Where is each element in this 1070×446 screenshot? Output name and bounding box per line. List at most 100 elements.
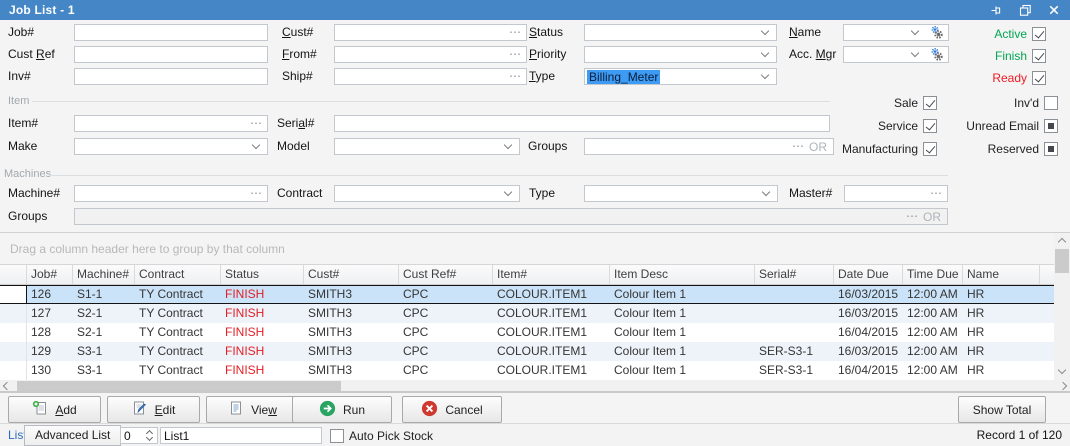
finish-checkbox[interactable] bbox=[1032, 49, 1046, 63]
header-item-desc[interactable]: Item Desc bbox=[610, 265, 755, 284]
cell-item-desc: Colour Item 1 bbox=[610, 342, 755, 361]
add-button[interactable]: Add bbox=[8, 396, 101, 423]
header-date-due[interactable]: Date Due bbox=[834, 265, 903, 284]
cust-ref-input[interactable] bbox=[75, 47, 267, 62]
unread-email-checkbox[interactable] bbox=[1044, 119, 1058, 133]
header-job[interactable]: Job# bbox=[27, 265, 73, 284]
priority-label: Priority bbox=[529, 46, 566, 63]
ship-ellipsis-button[interactable]: ⋯ bbox=[504, 69, 526, 84]
machine-input[interactable] bbox=[75, 186, 245, 201]
header-cust[interactable]: Cust# bbox=[304, 265, 399, 284]
spinner-arrows[interactable] bbox=[145, 428, 157, 443]
cancel-button[interactable]: Cancel bbox=[402, 396, 502, 423]
item-ellipsis-button[interactable]: ⋯ bbox=[245, 116, 267, 131]
cust-ellipsis-button[interactable]: ⋯ bbox=[504, 25, 526, 40]
cust-field: ⋯ bbox=[334, 24, 527, 41]
inv-field bbox=[74, 68, 268, 85]
service-checkbox[interactable] bbox=[923, 119, 937, 133]
item-groups-input[interactable] bbox=[585, 139, 787, 154]
run-label: Run bbox=[343, 403, 365, 417]
cell-contract: TY Contract bbox=[135, 361, 221, 380]
header-time-due[interactable]: Time Due bbox=[903, 265, 963, 284]
row-indicator bbox=[0, 342, 27, 361]
status-combo[interactable] bbox=[584, 24, 777, 41]
edit-button[interactable]: Edit bbox=[107, 396, 200, 423]
name-gear-icon[interactable] bbox=[926, 25, 948, 40]
ready-checkbox[interactable] bbox=[1032, 71, 1046, 85]
from-input[interactable] bbox=[335, 47, 504, 62]
scroll-left-icon[interactable] bbox=[3, 382, 11, 390]
pin-icon[interactable] bbox=[989, 3, 1003, 17]
job-input[interactable] bbox=[75, 25, 267, 40]
header-status[interactable]: Status bbox=[221, 265, 304, 284]
acc-mgr-combo[interactable] bbox=[843, 46, 949, 63]
scroll-up-icon[interactable] bbox=[1058, 238, 1066, 246]
model-combo[interactable] bbox=[334, 138, 520, 155]
header-item[interactable]: Item# bbox=[493, 265, 610, 284]
from-ellipsis-button[interactable]: ⋯ bbox=[504, 47, 526, 62]
machine-groups-ellipsis-button[interactable]: ⋯ bbox=[901, 209, 923, 224]
ship-input[interactable] bbox=[335, 69, 504, 84]
show-total-button[interactable]: Show Total bbox=[958, 396, 1046, 423]
serial-input[interactable] bbox=[335, 116, 829, 131]
cell-cust-ref: CPC bbox=[399, 361, 493, 380]
item-section-line bbox=[32, 101, 830, 102]
header-cust-ref[interactable]: Cust Ref# bbox=[399, 265, 493, 284]
manufacturing-checkbox[interactable] bbox=[923, 142, 937, 156]
group-by-bar[interactable]: Drag a column header here to group by th… bbox=[0, 233, 1054, 265]
auto-pick-stock-checkbox[interactable] bbox=[330, 429, 344, 443]
table-row[interactable]: 126 S1-1 TY Contract FINISH SMITH3 CPC C… bbox=[0, 285, 1054, 304]
type-selected-value: Billing_Meter bbox=[587, 70, 660, 84]
header-contract[interactable]: Contract bbox=[135, 265, 221, 284]
master-ellipsis-button[interactable]: ⋯ bbox=[925, 186, 947, 201]
cell-item: COLOUR.ITEM1 bbox=[493, 304, 610, 323]
cell-contract: TY Contract bbox=[135, 323, 221, 342]
contract-combo[interactable] bbox=[334, 185, 520, 202]
reserved-checkbox[interactable] bbox=[1044, 142, 1058, 156]
machine-ellipsis-button[interactable]: ⋯ bbox=[245, 186, 267, 201]
header-machine[interactable]: Machine# bbox=[73, 265, 135, 284]
master-input[interactable] bbox=[845, 186, 925, 201]
horizontal-scroll-thumb[interactable] bbox=[17, 381, 341, 391]
table-row[interactable]: 128 S2-1 TY Contract FINISH SMITH3 CPC C… bbox=[0, 323, 1054, 342]
vertical-scrollbar[interactable] bbox=[1054, 233, 1070, 380]
titlebar[interactable]: Job List - 1 bbox=[0, 0, 1070, 20]
scroll-right-icon[interactable] bbox=[1059, 382, 1067, 390]
make-combo[interactable] bbox=[74, 138, 268, 155]
cancel-icon bbox=[421, 400, 438, 420]
header-serial[interactable]: Serial# bbox=[755, 265, 834, 284]
vertical-scroll-thumb[interactable] bbox=[1055, 249, 1069, 273]
edit-icon bbox=[132, 400, 148, 419]
header-name[interactable]: Name bbox=[963, 265, 1040, 284]
acc-mgr-gear-icon[interactable] bbox=[926, 47, 948, 62]
item-input[interactable] bbox=[75, 116, 245, 131]
sale-checkbox[interactable] bbox=[923, 96, 937, 110]
close-icon[interactable] bbox=[1047, 3, 1061, 17]
run-button[interactable]: Run bbox=[292, 396, 392, 423]
cust-input[interactable] bbox=[335, 25, 504, 40]
name-combo[interactable] bbox=[843, 24, 949, 41]
table-row[interactable]: 130 S3-1 TY Contract FINISH SMITH3 CPC C… bbox=[0, 361, 1054, 380]
spinner-down-icon[interactable] bbox=[146, 434, 153, 441]
list-number-input[interactable] bbox=[121, 428, 145, 443]
machine-groups-input[interactable] bbox=[75, 209, 901, 224]
window-title: Job List - 1 bbox=[9, 3, 75, 17]
tab-advanced-list[interactable]: Advanced List bbox=[24, 425, 121, 446]
priority-combo[interactable] bbox=[584, 46, 777, 63]
inv-input[interactable] bbox=[75, 69, 267, 84]
cell-job: 127 bbox=[27, 304, 73, 323]
view-button[interactable]: View bbox=[206, 396, 299, 423]
cell-job: 129 bbox=[27, 342, 73, 361]
list-name-input[interactable] bbox=[161, 428, 321, 443]
active-checkbox[interactable] bbox=[1032, 27, 1046, 41]
restore-icon[interactable] bbox=[1018, 3, 1032, 17]
item-groups-ellipsis-button[interactable]: ⋯ bbox=[787, 139, 809, 154]
type-combo[interactable]: Billing_Meter bbox=[584, 68, 777, 85]
scroll-down-icon[interactable] bbox=[1058, 366, 1066, 374]
table-row[interactable]: 129 S3-1 TY Contract FINISH SMITH3 CPC C… bbox=[0, 342, 1054, 361]
cell-cust-ref: CPC bbox=[399, 286, 493, 303]
invd-label: Inv'd bbox=[1014, 96, 1039, 110]
invd-checkbox[interactable] bbox=[1044, 96, 1058, 110]
table-row[interactable]: 127 S2-1 TY Contract FINISH SMITH3 CPC C… bbox=[0, 304, 1054, 323]
machine-type-combo[interactable] bbox=[584, 185, 778, 202]
